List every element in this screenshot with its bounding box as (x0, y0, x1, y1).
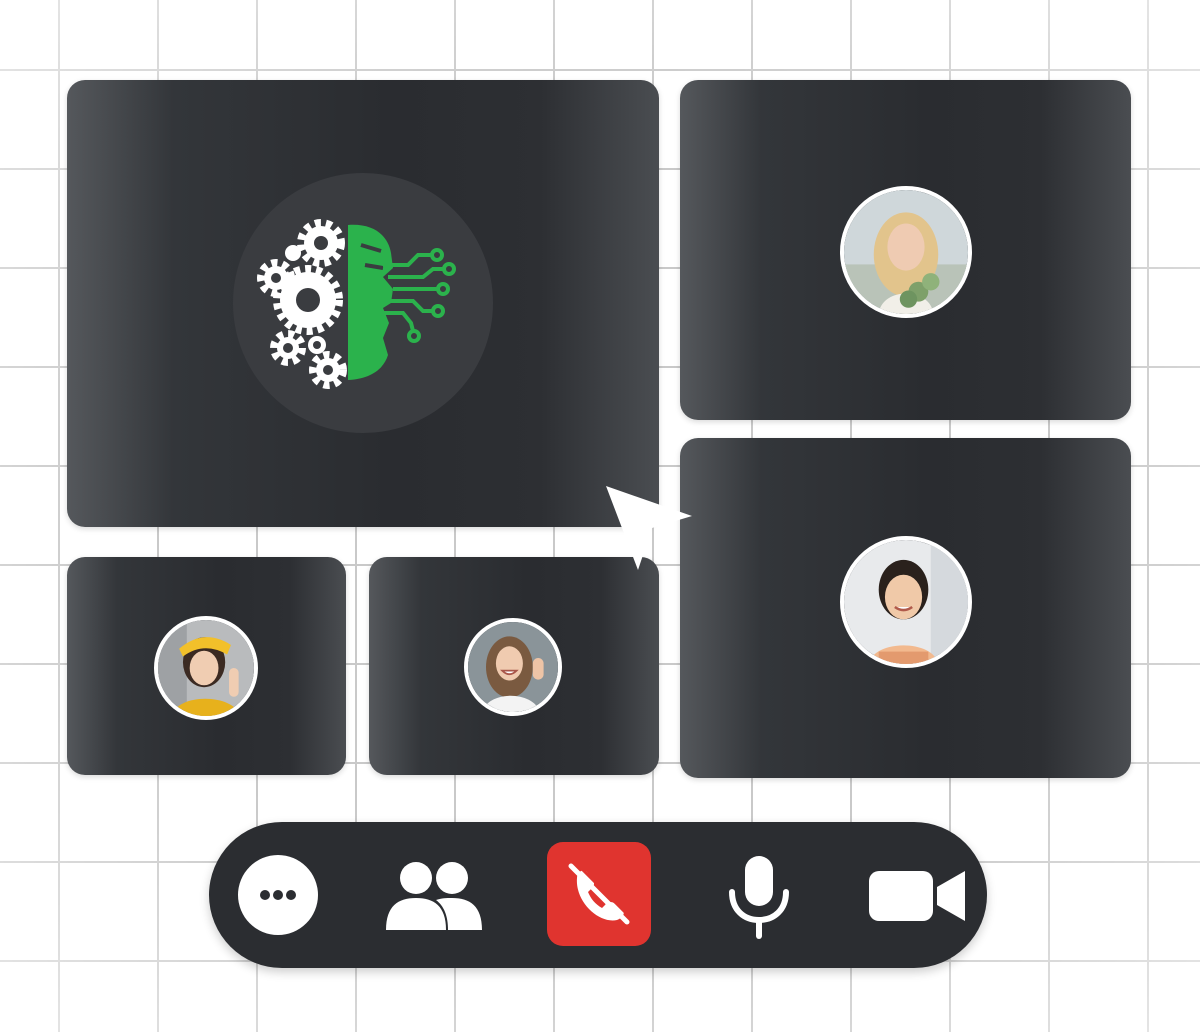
end-call-button[interactable] (547, 842, 651, 946)
ellipsis-icon (260, 890, 296, 900)
phone-off-icon (568, 860, 633, 925)
video-tile-small-left[interactable] (67, 557, 346, 775)
smiling-woman-avatar (840, 536, 972, 668)
microphone-icon (729, 856, 789, 939)
ai-brain-gears-circuit-icon (257, 219, 456, 389)
blonde-woman-avatar (840, 186, 972, 318)
video-tile-small-middle[interactable] (369, 557, 659, 775)
woman-yellow-beret-avatar (154, 616, 258, 720)
video-tile-bottom-right[interactable] (680, 438, 1131, 778)
call-toolbar (209, 822, 987, 968)
ai-logo-circle (233, 173, 493, 433)
microphone-button[interactable] (724, 852, 794, 942)
camera-button[interactable] (869, 867, 967, 925)
video-tile-main[interactable] (67, 80, 659, 527)
video-camera-icon (869, 871, 965, 921)
people-icon (386, 862, 482, 930)
participants-button[interactable] (384, 860, 484, 932)
more-options-button[interactable] (238, 855, 318, 935)
video-tile-top-right[interactable] (680, 80, 1131, 420)
mouse-pointer-icon (606, 486, 692, 570)
laughing-woman-avatar (464, 618, 562, 716)
